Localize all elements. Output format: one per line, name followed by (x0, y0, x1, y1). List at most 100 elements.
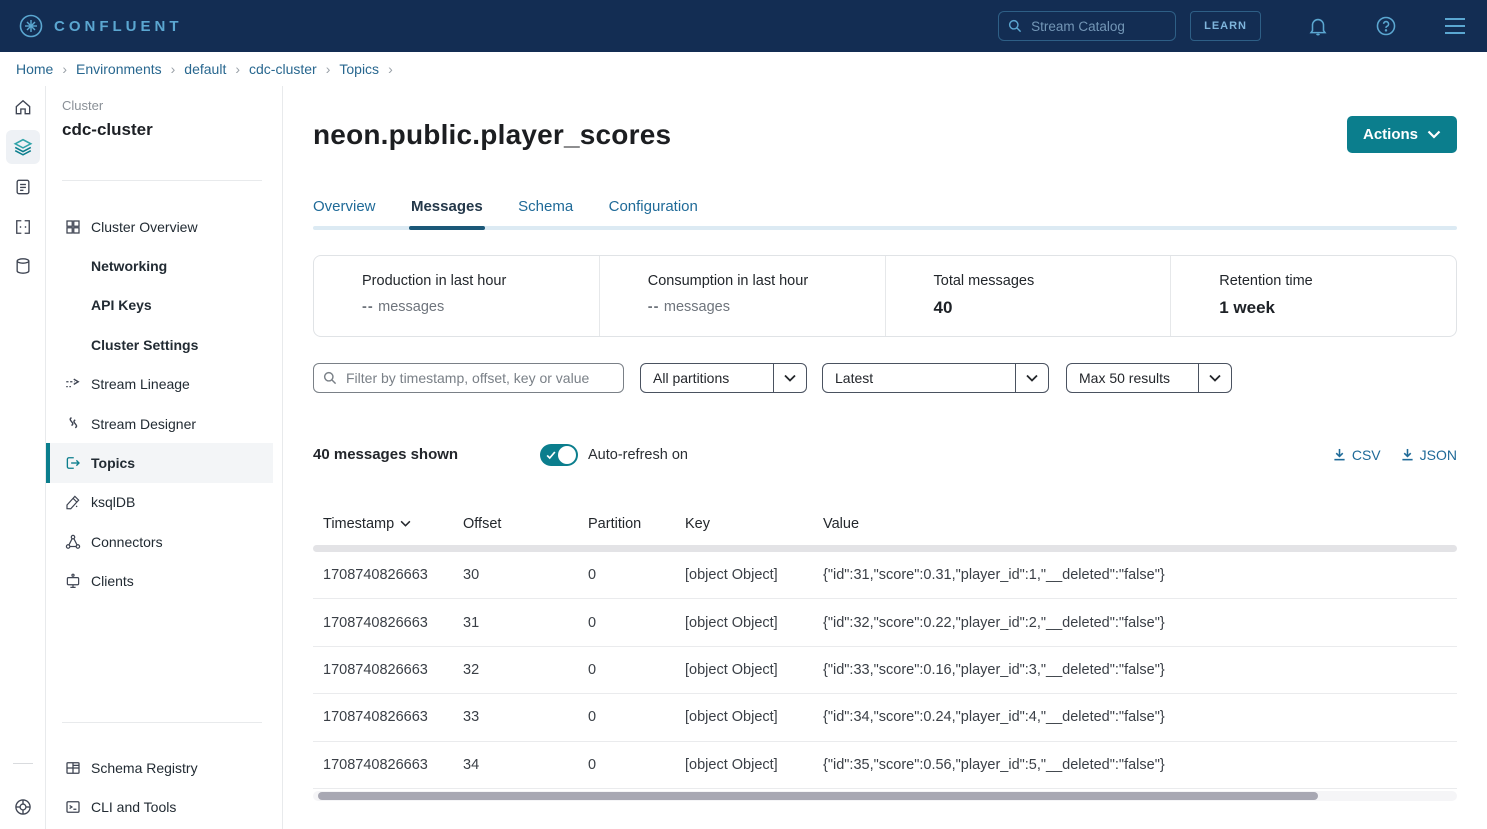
tab-configuration[interactable]: Configuration (609, 190, 698, 230)
main-content: neon.public.player_scores Actions Overvi… (283, 86, 1487, 829)
stat-value: -- (648, 299, 660, 315)
stream-catalog-input[interactable] (998, 11, 1176, 41)
sidebar-item-stream-lineage[interactable]: Stream Lineage (46, 365, 273, 404)
sidebar-item-schema-registry[interactable]: Schema Registry (46, 748, 273, 787)
offset-order-select[interactable]: Latest (822, 363, 1049, 393)
cell-value: {"id":35,"score":0.56,"player_id":5,"__d… (823, 757, 1457, 773)
cell-partition: 0 (588, 757, 685, 773)
lineage-icon (64, 375, 82, 393)
table-row[interactable]: 1708740826663 31 0 [object Object] {"id"… (313, 599, 1457, 646)
result-limit-select[interactable]: Max 50 results (1066, 363, 1232, 393)
sidebar-bottom-menu: Schema Registry CLI and Tools (46, 748, 273, 827)
sidebar-item-stream-designer[interactable]: Stream Designer (46, 404, 273, 443)
chevron-down-icon (773, 364, 806, 392)
cell-key: [object Object] (685, 662, 823, 678)
bell-icon[interactable] (1307, 15, 1329, 37)
cell-key: [object Object] (685, 567, 823, 583)
column-header-value: Value (823, 516, 1457, 532)
download-json-link[interactable]: JSON (1401, 443, 1457, 467)
auto-refresh-toggle[interactable] (540, 444, 578, 466)
cell-partition: 0 (588, 567, 685, 583)
breadcrumb-separator: › (62, 61, 67, 77)
cell-value: {"id":32,"score":0.22,"player_id":2,"__d… (823, 615, 1457, 631)
message-filter-search[interactable] (313, 363, 624, 393)
help-icon[interactable] (1375, 15, 1397, 37)
sidebar-item-cli-and-tools[interactable]: CLI and Tools (46, 787, 273, 826)
message-filter-input[interactable] (313, 363, 624, 393)
sidebar-item-label: Cluster Overview (91, 219, 198, 235)
storage-icon[interactable] (6, 249, 40, 283)
column-header-partition: Partition (588, 516, 685, 532)
flow-icon[interactable] (6, 210, 40, 244)
learn-button[interactable]: LEARN (1190, 11, 1261, 41)
tab-messages[interactable]: Messages (411, 190, 483, 230)
result-limit-select-value: Max 50 results (1067, 370, 1198, 386)
sidebar-item-connectors[interactable]: Connectors (46, 522, 273, 561)
breadcrumb-environments[interactable]: Environments (76, 61, 162, 77)
stat-value: 40 (934, 298, 953, 317)
clients-icon (64, 572, 82, 590)
notes-icon[interactable] (6, 170, 40, 204)
sidebar-item-label: Stream Lineage (91, 376, 190, 392)
sidebar-item-label: ksqlDB (91, 494, 135, 510)
cell-partition: 0 (588, 662, 685, 678)
sidebar-item-cluster-overview[interactable]: Cluster Overview (46, 207, 273, 246)
stat-total-messages: Total messages 40 (885, 256, 1171, 336)
horizontal-scrollbar (313, 791, 1457, 801)
table-row[interactable]: 1708740826663 34 0 [object Object] {"id"… (313, 742, 1457, 789)
sidebar-item-clients[interactable]: Clients (46, 562, 273, 601)
breadcrumb-default[interactable]: default (184, 61, 226, 77)
message-filter-row: All partitions Latest Max 50 results (283, 363, 1487, 393)
stat-label: Consumption in last hour (648, 273, 875, 289)
table-row[interactable]: 1708740826663 32 0 [object Object] {"id"… (313, 647, 1457, 694)
sidebar-item-networking[interactable]: Networking (46, 246, 273, 285)
stat-value: -- (362, 299, 374, 315)
tab-schema[interactable]: Schema (518, 190, 573, 230)
home-icon[interactable] (6, 90, 40, 124)
sidebar-item-cluster-settings[interactable]: Cluster Settings (46, 325, 273, 364)
sidebar-item-label: API Keys (91, 297, 152, 313)
terminal-icon (64, 798, 82, 816)
cell-value: {"id":34,"score":0.24,"player_id":4,"__d… (823, 709, 1457, 725)
stream-catalog-search[interactable] (998, 11, 1176, 41)
breadcrumb-home[interactable]: Home (16, 61, 53, 77)
stat-label: Retention time (1219, 273, 1446, 289)
cell-key: [object Object] (685, 757, 823, 773)
table-header-scrollbar[interactable] (313, 545, 1457, 552)
offset-order-select-value: Latest (823, 370, 1015, 386)
chevron-down-icon (1198, 364, 1231, 392)
cell-value: {"id":31,"score":0.31,"player_id":1,"__d… (823, 567, 1457, 583)
breadcrumb-topics[interactable]: Topics (339, 61, 379, 77)
partition-select[interactable]: All partitions (640, 363, 807, 393)
menu-icon[interactable] (1443, 17, 1467, 35)
download-json-label: JSON (1420, 443, 1457, 467)
search-icon (322, 370, 338, 386)
stat-unit: messages (664, 299, 730, 315)
partition-select-value: All partitions (641, 370, 773, 386)
tab-bar: Overview Messages Schema Configuration (313, 190, 1457, 230)
breadcrumb-cdc-cluster[interactable]: cdc-cluster (249, 61, 317, 77)
cell-timestamp: 1708740826663 (323, 615, 463, 631)
actions-button[interactable]: Actions (1347, 116, 1457, 153)
cluster-menu: Cluster Overview Networking API Keys Clu… (46, 207, 273, 601)
tab-overview[interactable]: Overview (313, 190, 376, 230)
cell-timestamp: 1708740826663 (323, 662, 463, 678)
column-header-timestamp[interactable]: Timestamp (323, 516, 463, 532)
confluent-brand[interactable]: CONFLUENT (18, 13, 183, 39)
stat-production: Production in last hour -- messages (314, 256, 599, 336)
download-links: CSV JSON (1333, 443, 1457, 467)
cell-offset: 33 (463, 709, 588, 725)
cluster-name: cdc-cluster (62, 120, 153, 140)
breadcrumb-separator: › (171, 61, 176, 77)
sidebar-item-ksqldb[interactable]: ksqlDB (46, 483, 273, 522)
cell-offset: 34 (463, 757, 588, 773)
sidebar-item-api-keys[interactable]: API Keys (46, 286, 273, 325)
sidebar-item-topics[interactable]: Topics (46, 443, 273, 482)
cluster-label: Cluster (62, 98, 103, 113)
horizontal-scrollbar-thumb[interactable] (318, 792, 1318, 800)
table-row[interactable]: 1708740826663 30 0 [object Object] {"id"… (313, 552, 1457, 599)
download-csv-link[interactable]: CSV (1333, 443, 1381, 467)
table-row[interactable]: 1708740826663 33 0 [object Object] {"id"… (313, 694, 1457, 741)
globe-icon[interactable] (6, 790, 40, 824)
environments-icon[interactable] (6, 130, 40, 164)
